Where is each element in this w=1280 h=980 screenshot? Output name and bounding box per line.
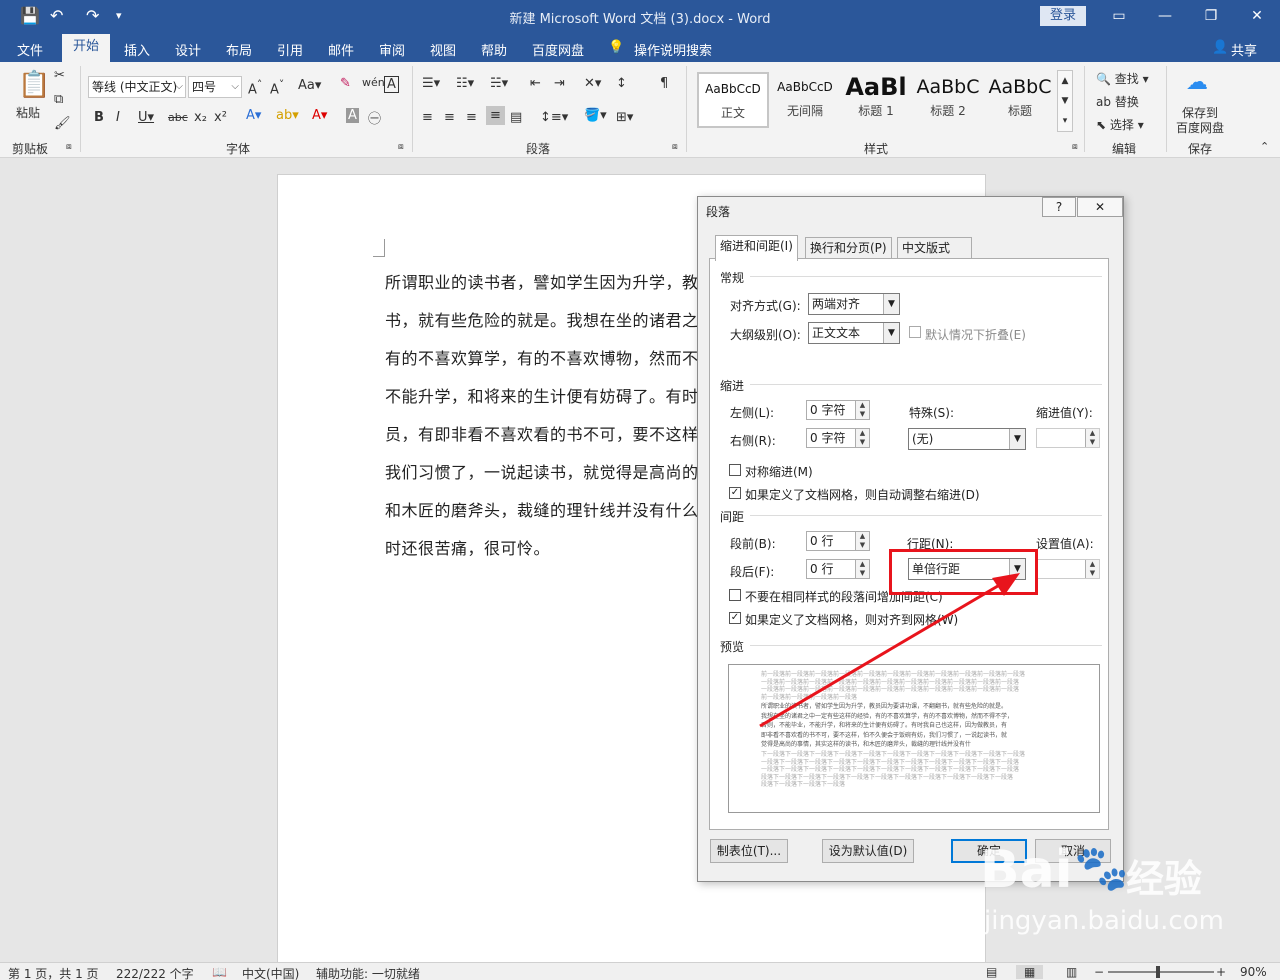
baidu-watermark: Bai 🐾 经验 jingyan.baidu.com — [970, 840, 1270, 960]
read-mode-icon[interactable]: ▤ — [986, 965, 997, 979]
zoom-in-icon[interactable]: + — [1216, 965, 1226, 979]
zoom-level[interactable]: 90% — [1240, 965, 1267, 979]
web-layout-icon[interactable]: ▥ — [1066, 965, 1077, 979]
language-indicator[interactable]: 中文(中国) — [242, 965, 299, 980]
watermark-url: jingyan.baidu.com — [984, 906, 1224, 936]
page-count[interactable]: 第 1 页，共 1 页 — [8, 965, 99, 980]
accessibility-status[interactable]: 辅助功能: 一切就绪 — [316, 965, 420, 980]
zoom-slider[interactable] — [1108, 971, 1214, 973]
word-count[interactable]: 222/222 个字 — [116, 965, 194, 980]
arrow-head — [992, 573, 1020, 596]
proofing-icon[interactable]: 📖 — [212, 965, 227, 979]
arrow-shaft — [759, 578, 1009, 728]
watermark-brand: Bai — [980, 840, 1073, 900]
watermark-brand-2: 经验 — [1126, 857, 1203, 901]
tab-indents-spacing[interactable]: 缩进和间距(I) — [715, 235, 798, 261]
print-layout-icon[interactable]: ▦ — [1016, 965, 1044, 979]
zoom-out-icon[interactable]: − — [1094, 965, 1104, 979]
zoom-slider-thumb[interactable] — [1156, 966, 1160, 978]
paw-icon: 🐾 — [1074, 843, 1129, 894]
status-bar: 第 1 页，共 1 页 222/222 个字 📖 中文(中国) 辅助功能: 一切… — [0, 962, 1280, 980]
annotation-arrow — [759, 573, 1020, 728]
